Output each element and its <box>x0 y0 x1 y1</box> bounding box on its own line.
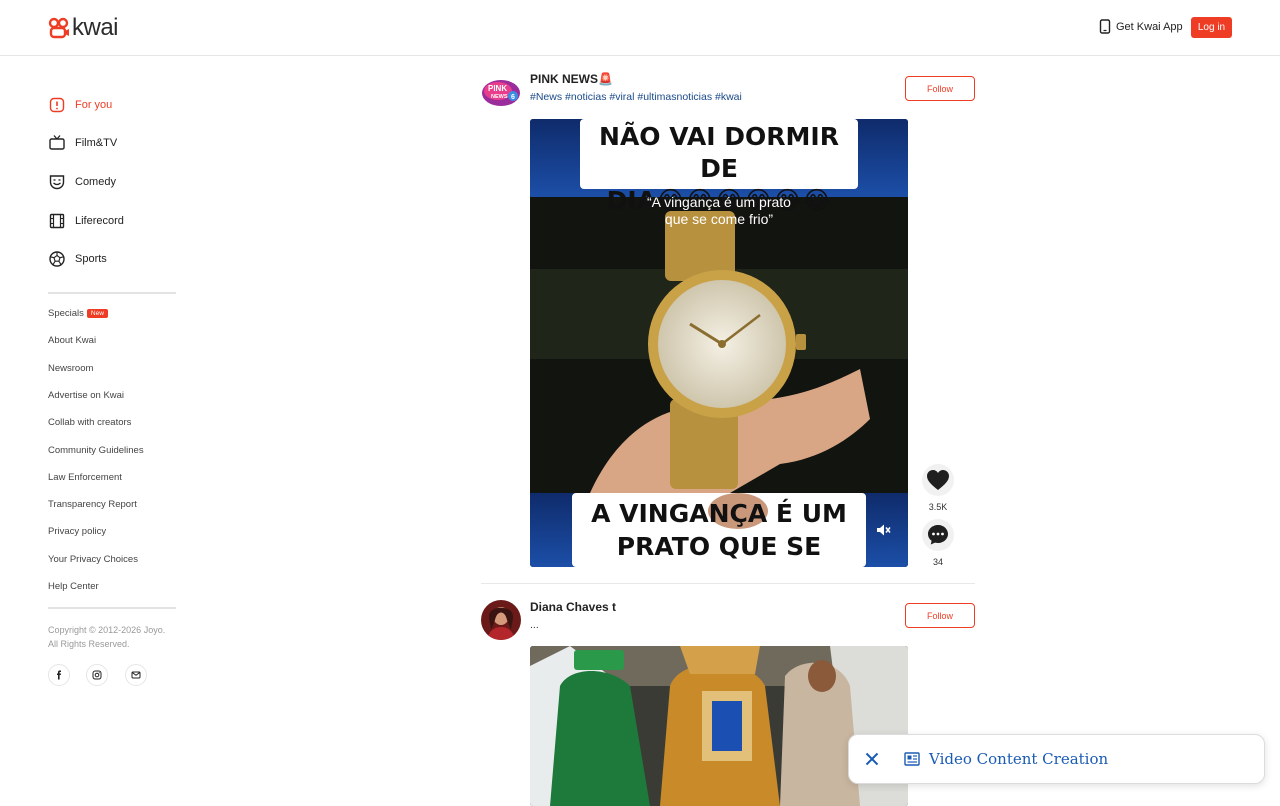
phone-icon <box>1099 19 1111 34</box>
comment-button[interactable] <box>922 519 954 551</box>
copyright: Copyright © 2012-2026 Joyo. All Rights R… <box>48 623 178 651</box>
law-enforcement-link[interactable]: Law Enforcement <box>48 472 122 483</box>
video-text-line: A VINGANÇA É UM <box>591 499 847 528</box>
facebook-icon[interactable] <box>48 664 70 686</box>
sidebar-item-liferecord[interactable]: Liferecord <box>48 211 124 231</box>
video-player[interactable]: NÃO VAI DORMIR DE DIA😂😂😂😂😂😂 “A vingança … <box>530 119 908 567</box>
specials-link[interactable]: Specials New <box>48 308 108 319</box>
sidebar-divider <box>48 607 176 609</box>
instagram-icon[interactable] <box>86 664 108 686</box>
newsroom-link[interactable]: Newsroom <box>48 363 93 374</box>
collab-creators-link[interactable]: Collab with creators <box>48 417 131 428</box>
author-name[interactable]: PINK NEWS🚨 <box>530 72 613 86</box>
logo-text: kwai <box>72 14 119 41</box>
post-caption[interactable]: ... <box>530 619 539 631</box>
get-kwai-app-link[interactable]: Get Kwai App <box>1099 19 1183 34</box>
privacy-choices-link[interactable]: Your Privacy Choices <box>48 554 138 565</box>
close-icon[interactable] <box>863 750 881 768</box>
for-you-icon <box>48 96 66 114</box>
copyright-line: All Rights Reserved. <box>48 639 130 649</box>
comedy-mask-icon <box>48 173 66 191</box>
sidebar-item-sports[interactable]: Sports <box>48 249 107 269</box>
soccer-ball-icon <box>48 250 66 268</box>
sidebar-item-label: Sports <box>75 253 107 265</box>
comment-count: 34 <box>932 557 943 567</box>
svg-text:PINK: PINK <box>488 84 507 93</box>
video-text-line: NÃO VAI DORMIR DE <box>599 122 839 183</box>
sidebar-item-film-tv[interactable]: Film&TV <box>48 133 117 153</box>
film-strip-icon <box>48 212 66 230</box>
post-caption[interactable]: #News #noticias #viral #ultimasnoticias … <box>530 91 742 103</box>
help-center-link[interactable]: Help Center <box>48 581 99 592</box>
follow-button[interactable]: Follow <box>905 76 975 101</box>
sidebar-item-label: Comedy <box>75 176 116 188</box>
sidebar-item-label: For you <box>75 99 113 111</box>
author-name[interactable]: Diana Chaves t <box>530 600 616 614</box>
avatar[interactable]: PINK NEWS 6 <box>481 72 521 112</box>
newspaper-icon <box>904 752 920 771</box>
mute-icon[interactable] <box>874 521 892 539</box>
privacy-policy-link[interactable]: Privacy policy <box>48 526 106 537</box>
avatar[interactable] <box>481 600 521 640</box>
about-kwai-link[interactable]: About Kwai <box>48 335 96 346</box>
transparency-report-link[interactable]: Transparency Report <box>48 499 137 510</box>
get-app-label: Get Kwai App <box>1116 20 1183 33</box>
heart-icon <box>927 470 949 490</box>
svg-text:6: 6 <box>511 94 515 101</box>
sidebar-item-label: Film&TV <box>75 137 118 149</box>
advertise-link[interactable]: Advertise on Kwai <box>48 390 124 401</box>
sidebar-item-for-you[interactable]: For you <box>48 95 112 115</box>
video-text-line: que se come frio” <box>664 211 774 227</box>
like-count: 3.5K <box>928 502 948 512</box>
sidebar-item-comedy[interactable]: Comedy <box>48 172 116 192</box>
top-header: kwai Get Kwai App Log in <box>0 0 1280 56</box>
video-quote: “A vingança é um prato que se come frio” <box>530 194 908 228</box>
specials-label: Specials <box>48 308 84 319</box>
comment-icon <box>928 525 948 545</box>
like-button[interactable] <box>922 464 954 496</box>
video-text-line: “A vingança é um prato <box>647 194 791 210</box>
video-bottom-text: A VINGANÇA É UM PRATO QUE SE COME <box>572 497 866 567</box>
copyright-line: Copyright © 2012-2026 Joyo. <box>48 625 166 635</box>
kwai-logo-icon <box>48 17 69 39</box>
post-divider <box>481 583 975 584</box>
sidebar-item-label: Liferecord <box>75 215 124 227</box>
svg-text:NEWS: NEWS <box>491 94 508 100</box>
sidebar-divider <box>48 292 176 294</box>
email-icon[interactable] <box>125 664 147 686</box>
new-badge: New <box>86 309 108 318</box>
video-text-line: PRATO QUE SE COME <box>616 532 822 567</box>
content-creation-popup: Video Content Creation <box>848 734 1265 784</box>
feed-post: PINK NEWS 6 PINK NEWS🚨 #News #noticias #… <box>481 70 975 570</box>
follow-button[interactable]: Follow <box>905 603 975 628</box>
tv-icon <box>48 134 66 152</box>
kwai-logo[interactable]: kwai <box>48 14 119 41</box>
community-guidelines-link[interactable]: Community Guidelines <box>48 445 144 456</box>
popup-label[interactable]: Video Content Creation <box>929 750 1108 768</box>
login-button[interactable]: Log in <box>1191 17 1232 38</box>
